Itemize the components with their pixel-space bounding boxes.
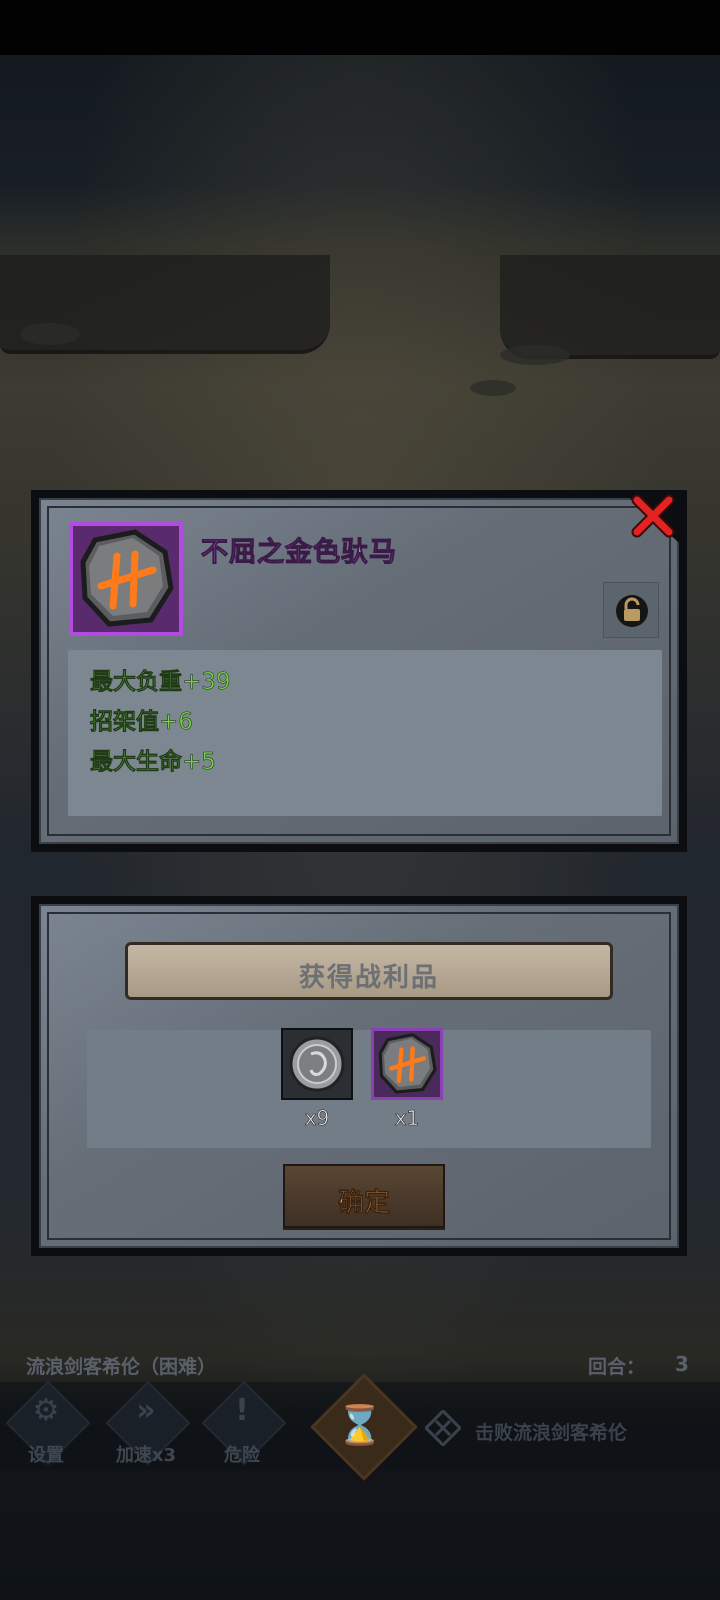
- close-button[interactable]: [629, 492, 677, 540]
- exclamation-icon: !: [235, 1393, 249, 1428]
- loot-panel: 获得战利品 x9 x1 确定: [31, 896, 687, 1256]
- end-turn-button[interactable]: ⌛: [310, 1373, 418, 1481]
- gear-icon: ⚙: [32, 1393, 60, 1428]
- stat-value: +39: [182, 669, 231, 696]
- loot-item-count: x1: [394, 1106, 420, 1131]
- confirm-button[interactable]: 确定: [283, 1164, 445, 1228]
- close-x-icon: [631, 494, 675, 538]
- loot-title: 获得战利品: [298, 963, 439, 993]
- stat-label: 最大生命: [90, 749, 183, 776]
- stat-label: 招架值: [90, 709, 160, 736]
- stat-line: 最大负重+39: [90, 662, 231, 696]
- enemy-name: 流浪剑客希伦（困难）: [26, 1356, 217, 1378]
- loot-item-count: x9: [304, 1106, 330, 1131]
- speed-button[interactable]: » 加速x3: [104, 1380, 191, 1469]
- round-value: 3: [675, 1352, 689, 1376]
- silver-coin-icon: [289, 1036, 345, 1092]
- loot-title-banner: 获得战利品: [125, 942, 613, 1000]
- stat-label: 最大负重: [90, 669, 183, 696]
- unlock-icon: [616, 595, 648, 627]
- item-stats-box: 最大负重+39 招架值+6 最大生命+5: [68, 650, 662, 816]
- danger-button[interactable]: ! 危险: [200, 1380, 287, 1469]
- item-detail-panel: 不屈之金色驮马 最大负重+39 招架值+6 最大生命+5: [31, 490, 687, 852]
- rune-stone-icon: [378, 1033, 437, 1094]
- hourglass-icon: ⌛: [336, 1403, 384, 1447]
- loot-item-slot[interactable]: [371, 1028, 443, 1100]
- objective-text: 击败流浪剑客希伦: [475, 1422, 628, 1444]
- speed-label: 加速x3: [115, 1445, 177, 1466]
- round-label: 回合：: [588, 1356, 646, 1378]
- status-bar: [0, 0, 720, 55]
- crossed-swords-icon: [425, 1410, 461, 1446]
- item-icon-frame: [69, 522, 183, 636]
- lock-toggle-button[interactable]: [603, 582, 659, 638]
- loot-items-row: [87, 1030, 651, 1148]
- item-detail-panel-body: 不屈之金色驮马 最大负重+39 招架值+6 最大生命+5: [39, 498, 679, 844]
- settings-label: 设置: [28, 1445, 64, 1466]
- confirm-button-label: 确定: [337, 1188, 391, 1219]
- stat-line: 招架值+6: [90, 702, 194, 736]
- stat-line: 最大生命+5: [90, 742, 217, 776]
- stat-value: +6: [159, 709, 194, 736]
- rune-stone-icon: [80, 529, 174, 627]
- fast-forward-icon: »: [136, 1393, 156, 1428]
- settings-button[interactable]: ⚙ 设置: [4, 1380, 91, 1469]
- stat-value: +5: [182, 749, 217, 776]
- loot-panel-body: 获得战利品 x9 x1 确定: [39, 904, 679, 1248]
- loot-item-slot[interactable]: [281, 1028, 353, 1100]
- item-name: 不屈之金色驮马: [201, 537, 397, 569]
- danger-label: 危险: [224, 1445, 260, 1466]
